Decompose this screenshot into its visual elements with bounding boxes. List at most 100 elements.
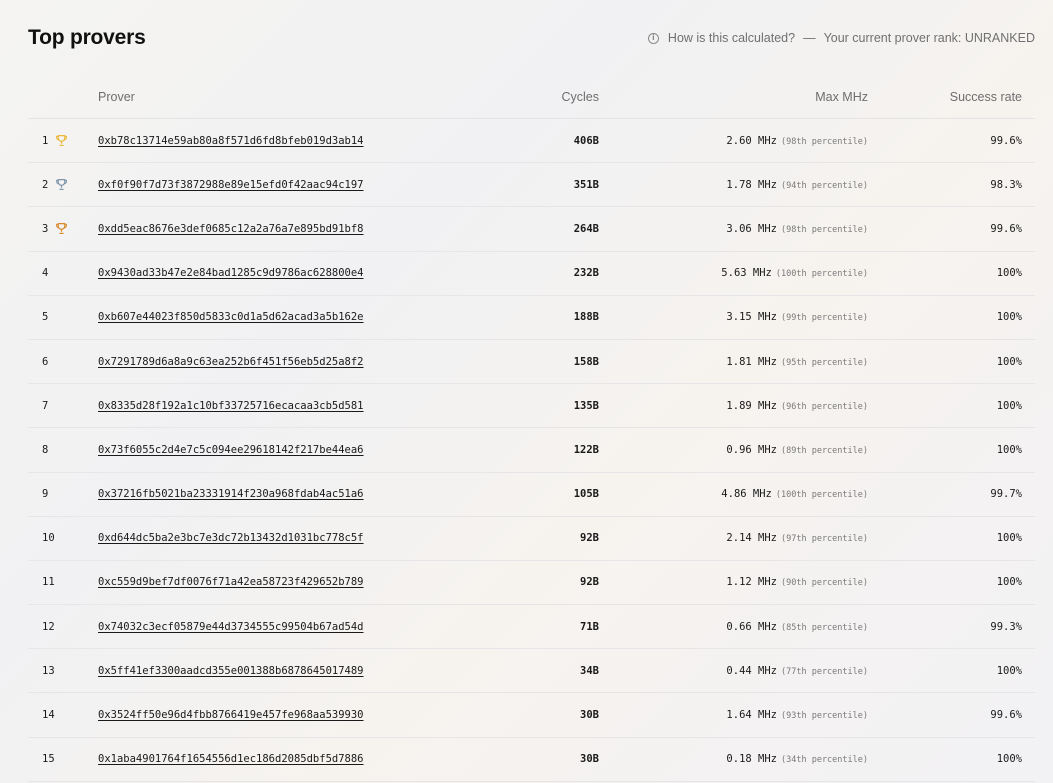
max-mhz-cell: 4.86 MHz (100th percentile) (599, 488, 868, 500)
prover-address-link[interactable]: 0x74032c3ecf05879e44d3734555c99504b67ad5… (98, 621, 364, 633)
success-rate-cell: 100% (996, 355, 1022, 368)
percentile-value: (98th percentile) (781, 224, 868, 235)
cycles-cell: 34B (580, 664, 599, 677)
table-row[interactable]: 6 0x7291789d6a8a9c63ea252b6f451f56eb5d25… (28, 340, 1035, 385)
rank-hint: i How is this calculated? — Your current… (647, 31, 1035, 45)
rank-cell: 11 (28, 576, 98, 588)
prover-cell: 0xb78c13714e59ab80a8f571d6fd8bfeb019d3ab… (98, 135, 378, 147)
cycles-cell: 71B (580, 620, 599, 633)
table-row[interactable]: 2 0xf0f90f7d73f3872988e89e15efd0f42aac94… (28, 163, 1035, 208)
max-mhz-cell: 2.14 MHz (97th percentile) (599, 532, 868, 544)
success-rate-column-header[interactable]: Success rate (868, 90, 1022, 104)
prover-address-link[interactable]: 0x7291789d6a8a9c63ea252b6f451f56eb5d25a8… (98, 356, 364, 368)
success-rate-cell: 100% (996, 753, 1022, 766)
rank-cell: 4 (28, 267, 98, 279)
prover-address-link[interactable]: 0xc559d9bef7df0076f71a42ea58723f429652b7… (98, 576, 364, 588)
table-row[interactable]: 14 0x3524ff50e96d4fbb8766419e457fe968aa5… (28, 693, 1035, 738)
how-calculated-link[interactable]: How is this calculated? (668, 31, 795, 45)
prover-cell: 0xc559d9bef7df0076f71a42ea58723f429652b7… (98, 576, 378, 588)
success-rate-cell: 100% (996, 399, 1022, 412)
percentile-value: (94th percentile) (781, 180, 868, 191)
info-icon[interactable]: i (647, 32, 659, 44)
prover-cell: 0x5ff41ef3300aadcd355e001388b68786450174… (98, 665, 378, 677)
table-row[interactable]: 4 0x9430ad33b47e2e84bad1285c9d9786ac6288… (28, 252, 1035, 296)
max-mhz-cell: 1.89 MHz (96th percentile) (599, 400, 868, 412)
rank-number: 15 (42, 753, 55, 766)
prover-address-link[interactable]: 0xb607e44023f850d5833c0d1a5d62acad3a5b16… (98, 311, 364, 323)
success-rate-cell: 99.6% (990, 709, 1022, 722)
prover-address-link[interactable]: 0xdd5eac8676e3def0685c12a2a76a7e895bd91b… (98, 223, 364, 235)
mhz-value: 1.12 MHz (726, 576, 777, 589)
current-rank-text: Your current prover rank: UNRANKED (823, 31, 1035, 45)
cycles-cell: 232B (573, 267, 599, 280)
cycles-cell: 264B (573, 222, 599, 235)
success-rate-cell: 99.6% (990, 134, 1022, 147)
table-row[interactable]: 5 0xb607e44023f850d5833c0d1a5d62acad3a5b… (28, 296, 1035, 340)
success-rate-cell: 99.6% (990, 222, 1022, 235)
prover-address-link[interactable]: 0x37216fb5021ba23331914f230a968fdab4ac51… (98, 488, 364, 500)
prover-cell: 0x37216fb5021ba23331914f230a968fdab4ac51… (98, 488, 378, 500)
rank-cell: 13 (28, 665, 98, 677)
rank-cell: 6 (28, 356, 98, 368)
percentile-value: (97th percentile) (781, 534, 868, 545)
success-rate-cell: 98.3% (990, 178, 1022, 191)
success-rate-cell: 99.7% (990, 488, 1022, 501)
rank-number: 6 (42, 355, 49, 368)
success-rate-cell: 100% (996, 267, 1022, 280)
success-rate-cell: 100% (996, 576, 1022, 589)
prover-address-link[interactable]: 0xd644dc5ba2e3bc7e3dc72b13432d1031bc778c… (98, 532, 364, 544)
prover-address-link[interactable]: 0x8335d28f192a1c10bf33725716ecacaa3cb5d5… (98, 400, 364, 412)
max-mhz-cell: 1.78 MHz (94th percentile) (599, 179, 868, 191)
mhz-value: 1.81 MHz (726, 355, 777, 368)
prover-address-link[interactable]: 0x9430ad33b47e2e84bad1285c9d9786ac628800… (98, 267, 364, 279)
table-row[interactable]: 10 0xd644dc5ba2e3bc7e3dc72b13432d1031bc7… (28, 517, 1035, 561)
prover-column-header[interactable]: Prover (98, 90, 378, 104)
rank-number: 5 (42, 311, 49, 324)
prover-cell: 0xdd5eac8676e3def0685c12a2a76a7e895bd91b… (98, 223, 378, 235)
mhz-value: 1.64 MHz (726, 709, 777, 722)
rank-number: 12 (42, 620, 55, 633)
rank-cell: 2 (28, 178, 98, 191)
cycles-cell: 351B (573, 178, 599, 191)
page-title: Top provers (28, 26, 146, 49)
rank-number: 10 (42, 532, 55, 545)
trophy-icon (56, 135, 68, 147)
max-mhz-cell: 1.12 MHz (90th percentile) (599, 576, 868, 588)
prover-address-link[interactable]: 0x3524ff50e96d4fbb8766419e457fe968aa5399… (98, 709, 364, 721)
percentile-value: (100th percentile) (775, 490, 868, 501)
rank-cell: 8 (28, 444, 98, 456)
rank-cell: 1 (28, 134, 98, 147)
table-row[interactable]: 12 0x74032c3ecf05879e44d3734555c99504b67… (28, 605, 1035, 650)
table-row[interactable]: 7 0x8335d28f192a1c10bf33725716ecacaa3cb5… (28, 384, 1035, 429)
table-row[interactable]: 15 0x1aba4901764f1654556d1ec186d2085dbf5… (28, 738, 1035, 782)
max-mhz-column-header[interactable]: Max MHz (599, 90, 868, 104)
max-mhz-cell: 0.44 MHz (77th percentile) (599, 665, 868, 677)
prover-address-link[interactable]: 0x1aba4901764f1654556d1ec186d2085dbf5d78… (98, 753, 364, 765)
prover-address-link[interactable]: 0xb78c13714e59ab80a8f571d6fd8bfeb019d3ab… (98, 135, 364, 147)
prover-address-link[interactable]: 0x5ff41ef3300aadcd355e001388b68786450174… (98, 665, 364, 677)
rank-cell: 15 (28, 753, 98, 765)
prover-cell: 0x7291789d6a8a9c63ea252b6f451f56eb5d25a8… (98, 356, 378, 368)
prover-address-link[interactable]: 0x73f6055c2d4e7c5c094ee29618142f217be44e… (98, 444, 364, 456)
table-body: 1 0xb78c13714e59ab80a8f571d6fd8bfeb019d3… (28, 119, 1035, 782)
success-rate-cell: 100% (996, 532, 1022, 545)
prover-cell: 0x73f6055c2d4e7c5c094ee29618142f217be44e… (98, 444, 378, 456)
max-mhz-cell: 3.06 MHz (98th percentile) (599, 223, 868, 235)
table-row[interactable]: 9 0x37216fb5021ba23331914f230a968fdab4ac… (28, 473, 1035, 517)
prover-cell: 0x9430ad33b47e2e84bad1285c9d9786ac628800… (98, 267, 378, 279)
rank-number: 4 (42, 267, 49, 280)
prover-address-link[interactable]: 0xf0f90f7d73f3872988e89e15efd0f42aac94c1… (98, 179, 364, 191)
rank-number: 9 (42, 488, 49, 501)
table-row[interactable]: 11 0xc559d9bef7df0076f71a42ea58723f42965… (28, 561, 1035, 606)
cycles-column-header[interactable]: Cycles (378, 90, 599, 104)
rank-number: 8 (42, 443, 49, 456)
rank-number: 7 (42, 399, 49, 412)
max-mhz-cell: 3.15 MHz (99th percentile) (599, 311, 868, 323)
mhz-value: 1.78 MHz (726, 178, 777, 191)
percentile-value: (89th percentile) (781, 445, 868, 456)
table-header: Prover Cycles Max MHz Success rate (28, 75, 1035, 119)
table-row[interactable]: 8 0x73f6055c2d4e7c5c094ee29618142f217be4… (28, 428, 1035, 473)
table-row[interactable]: 13 0x5ff41ef3300aadcd355e001388b68786450… (28, 649, 1035, 694)
table-row[interactable]: 1 0xb78c13714e59ab80a8f571d6fd8bfeb019d3… (28, 119, 1035, 164)
table-row[interactable]: 3 0xdd5eac8676e3def0685c12a2a76a7e895bd9… (28, 207, 1035, 252)
